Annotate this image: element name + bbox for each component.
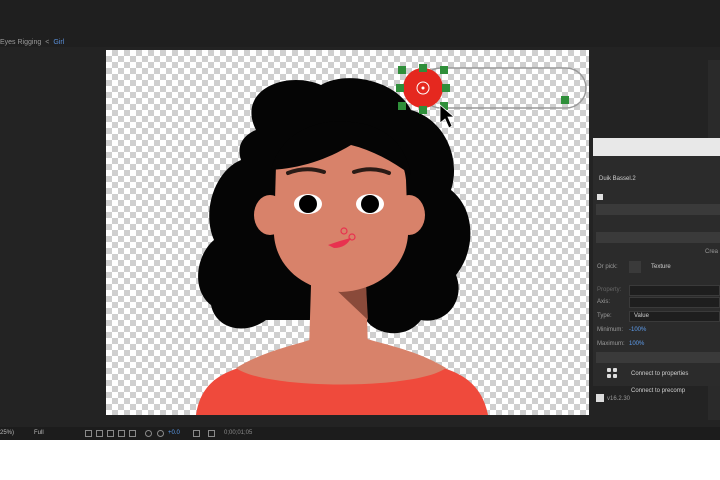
exposure-value[interactable]: +0.0 xyxy=(168,430,180,436)
duik-panel-title: Duik Bassel.2 xyxy=(599,176,636,182)
grid-icon xyxy=(607,368,617,378)
breadcrumb-separator: < xyxy=(45,38,50,46)
app-window: Eyes Rigging < Girl Duik Bassel.2 Crea O… xyxy=(0,0,720,440)
slider-track-handle[interactable] xyxy=(561,96,569,104)
duik-button-2[interactable] xyxy=(596,232,720,243)
connect-properties-button[interactable]: Connect to properties xyxy=(631,371,688,377)
property-label: Property: xyxy=(597,287,622,293)
create-label: Crea xyxy=(705,249,719,255)
texture-label[interactable]: Texture xyxy=(651,264,671,270)
maximum-value[interactable]: 100% xyxy=(629,341,644,347)
breadcrumb-current[interactable]: Girl xyxy=(53,39,64,46)
connect-precomp-button[interactable]: Connect to precomp xyxy=(631,388,685,394)
duik-checkbox[interactable] xyxy=(597,194,603,200)
controller-target-dot xyxy=(421,86,425,90)
viewer-toolbar: 25%) Full +0.0 0;00;01;05 xyxy=(0,427,720,440)
composition-canvas[interactable] xyxy=(106,50,589,415)
timecode[interactable]: 0;00;01;05 xyxy=(224,430,252,436)
right-eye-pupil xyxy=(361,195,379,213)
transparency-icon[interactable] xyxy=(129,430,136,437)
mask-icon[interactable] xyxy=(107,430,114,437)
axis-field[interactable] xyxy=(629,297,720,308)
duik-panel: Duik Bassel.2 Crea Or pick: Texture Prop… xyxy=(593,138,720,402)
or-pick-label: Or pick: xyxy=(597,264,618,270)
type-label: Type: xyxy=(597,313,612,319)
view-options-icon[interactable] xyxy=(208,430,215,437)
fit-icon[interactable] xyxy=(85,430,92,437)
brush-icon[interactable] xyxy=(629,261,641,273)
resolution-select[interactable]: Full xyxy=(34,430,44,436)
grid-toggle-icon[interactable] xyxy=(96,430,103,437)
property-field[interactable] xyxy=(629,285,720,296)
duik-button-1[interactable] xyxy=(596,204,720,215)
duik-divider-bar xyxy=(596,352,720,363)
zoom-level[interactable]: 25%) xyxy=(0,430,14,436)
axis-label: Axis: xyxy=(597,299,611,305)
exposure-icon[interactable] xyxy=(157,430,164,437)
breadcrumb-parent[interactable]: Eyes Rigging xyxy=(0,39,41,46)
safe-zones-icon[interactable] xyxy=(118,430,125,437)
minimum-label: Minimum: xyxy=(597,327,624,333)
camera-icon[interactable] xyxy=(193,430,200,437)
minimum-value[interactable]: -100% xyxy=(629,327,646,333)
character-artwork xyxy=(196,64,587,415)
color-icon[interactable] xyxy=(145,430,152,437)
type-select[interactable]: Value xyxy=(629,311,720,322)
duik-logo-icon xyxy=(596,394,604,402)
maximum-label: Maximum: xyxy=(597,341,625,347)
breadcrumb: Eyes Rigging < Girl xyxy=(0,37,64,47)
shoulders xyxy=(236,338,446,385)
duik-version: v16.2.30 xyxy=(607,396,631,402)
left-eye-pupil xyxy=(299,195,317,213)
